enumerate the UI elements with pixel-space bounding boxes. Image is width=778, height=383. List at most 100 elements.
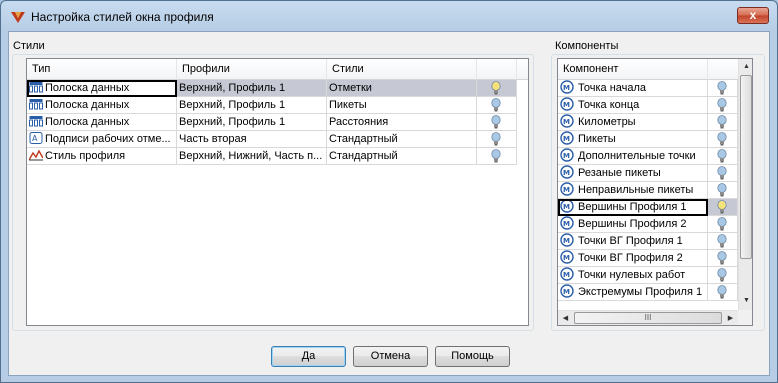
visibility-cell[interactable] bbox=[477, 97, 517, 114]
title-bar[interactable]: Настройка стилей окна профиля x bbox=[1, 1, 777, 31]
lightbulb-on-icon[interactable] bbox=[717, 200, 727, 214]
horizontal-scrollbar[interactable]: ◀ III ▶ bbox=[558, 310, 738, 325]
type-cell[interactable]: A Подписи рабочих отме... bbox=[27, 131, 177, 148]
visibility-cell[interactable] bbox=[708, 250, 738, 267]
component-cell[interactable]: M Точки ВГ Профиля 1 bbox=[558, 233, 708, 250]
cancel-button[interactable]: Отмена bbox=[353, 346, 428, 367]
component-row[interactable]: M Резаные пикеты bbox=[558, 165, 738, 182]
component-row[interactable]: M Неправильные пикеты bbox=[558, 182, 738, 199]
component-cell[interactable]: M Дополнительные точки bbox=[558, 148, 708, 165]
visibility-cell[interactable] bbox=[477, 131, 517, 148]
visibility-cell[interactable] bbox=[708, 182, 738, 199]
component-cell[interactable]: M Точка конца bbox=[558, 97, 708, 114]
lightbulb-off-icon[interactable] bbox=[717, 166, 727, 180]
lightbulb-off-icon[interactable] bbox=[717, 217, 727, 231]
lightbulb-off-icon[interactable] bbox=[717, 234, 727, 248]
component-cell[interactable]: M Пикеты bbox=[558, 131, 708, 148]
visibility-cell[interactable] bbox=[708, 199, 738, 216]
component-cell[interactable]: M Резаные пикеты bbox=[558, 165, 708, 182]
style-cell[interactable]: Стандартный bbox=[327, 131, 477, 148]
scroll-right-button[interactable]: ▶ bbox=[723, 311, 738, 325]
column-header-visibility[interactable] bbox=[477, 59, 517, 80]
ok-button[interactable]: Да bbox=[271, 346, 346, 367]
component-row[interactable]: M Вершины Профиля 1 bbox=[558, 199, 738, 216]
lightbulb-off-icon[interactable] bbox=[491, 132, 501, 146]
column-header-profiles[interactable]: Профили bbox=[177, 59, 327, 80]
component-cell[interactable]: M Вершины Профиля 2 bbox=[558, 216, 708, 233]
profiles-cell[interactable]: Верхний, Профиль 1 bbox=[177, 80, 327, 97]
column-header-component[interactable]: Компонент bbox=[558, 59, 708, 80]
component-row[interactable]: M Точки нулевых работ bbox=[558, 267, 738, 284]
profiles-cell[interactable]: Часть вторая bbox=[177, 131, 327, 148]
lightbulb-off-icon[interactable] bbox=[491, 115, 501, 129]
type-cell[interactable]: Полоска данных bbox=[27, 97, 177, 114]
styles-row[interactable]: Полоска данных Верхний, Профиль 1 Отметки bbox=[27, 80, 517, 97]
vertical-scroll-thumb[interactable] bbox=[740, 75, 752, 259]
profiles-cell[interactable]: Верхний, Профиль 1 bbox=[177, 97, 327, 114]
component-cell[interactable]: M Точки ВГ Профиля 2 bbox=[558, 250, 708, 267]
lightbulb-off-icon[interactable] bbox=[717, 149, 727, 163]
component-row[interactable]: M Точка конца bbox=[558, 97, 738, 114]
help-button[interactable]: Помощь bbox=[435, 346, 510, 367]
column-header-visibility[interactable] bbox=[708, 59, 738, 80]
component-cell[interactable]: M Неправильные пикеты bbox=[558, 182, 708, 199]
component-row[interactable]: M Пикеты bbox=[558, 131, 738, 148]
component-row[interactable]: M Экстремумы Профиля 1 bbox=[558, 284, 738, 301]
visibility-cell[interactable] bbox=[708, 233, 738, 250]
scroll-left-button[interactable]: ◀ bbox=[558, 311, 573, 325]
lightbulb-off-icon[interactable] bbox=[491, 149, 501, 163]
component-cell[interactable]: M Экстремумы Профиля 1 bbox=[558, 284, 708, 301]
styles-row[interactable]: Полоска данных Верхний, Профиль 1 Пикеты bbox=[27, 97, 517, 114]
visibility-cell[interactable] bbox=[708, 148, 738, 165]
type-cell[interactable]: Полоска данных bbox=[27, 80, 177, 97]
lightbulb-off-icon[interactable] bbox=[717, 81, 727, 95]
styles-row[interactable]: Полоска данных Верхний, Профиль 1 Расстоян… bbox=[27, 114, 517, 131]
component-cell[interactable]: M Точка начала bbox=[558, 80, 708, 97]
visibility-cell[interactable] bbox=[708, 216, 738, 233]
visibility-cell[interactable] bbox=[477, 148, 517, 165]
component-cell[interactable]: M Километры bbox=[558, 114, 708, 131]
column-header-styles[interactable]: Стили bbox=[327, 59, 477, 80]
profiles-cell[interactable]: Верхний, Нижний, Часть п... bbox=[177, 148, 327, 165]
lightbulb-off-icon[interactable] bbox=[717, 132, 727, 146]
visibility-cell[interactable] bbox=[477, 80, 517, 97]
lightbulb-off-icon[interactable] bbox=[717, 98, 727, 112]
profiles-cell[interactable]: Верхний, Профиль 1 bbox=[177, 114, 327, 131]
component-row[interactable]: M Точки ВГ Профиля 2 bbox=[558, 250, 738, 267]
visibility-cell[interactable] bbox=[708, 284, 738, 301]
component-cell[interactable]: M Вершины Профиля 1 bbox=[558, 199, 708, 216]
component-row[interactable]: M Километры bbox=[558, 114, 738, 131]
visibility-cell[interactable] bbox=[708, 165, 738, 182]
style-cell[interactable]: Отметки bbox=[327, 80, 477, 97]
lightbulb-off-icon[interactable] bbox=[491, 98, 501, 112]
styles-list[interactable]: Тип Профили Стили Полоска данных Верхний,… bbox=[26, 58, 529, 326]
scroll-down-button[interactable]: ▼ bbox=[739, 293, 752, 308]
visibility-cell[interactable] bbox=[708, 97, 738, 114]
scroll-up-button[interactable]: ▲ bbox=[739, 59, 752, 74]
lightbulb-off-icon[interactable] bbox=[717, 285, 727, 299]
style-cell[interactable]: Расстояния bbox=[327, 114, 477, 131]
visibility-cell[interactable] bbox=[708, 131, 738, 148]
lightbulb-on-icon[interactable] bbox=[491, 81, 501, 95]
component-row[interactable]: M Дополнительные точки bbox=[558, 148, 738, 165]
style-cell[interactable]: Пикеты bbox=[327, 97, 477, 114]
type-cell[interactable]: Полоска данных bbox=[27, 114, 177, 131]
lightbulb-off-icon[interactable] bbox=[717, 115, 727, 129]
style-cell[interactable]: Стандартный bbox=[327, 148, 477, 165]
visibility-cell[interactable] bbox=[477, 114, 517, 131]
components-list[interactable]: Компонент M Точка начала M Точка конца M Кило… bbox=[557, 58, 753, 326]
visibility-cell[interactable] bbox=[708, 267, 738, 284]
styles-row[interactable]: Стиль профиля Верхний, Нижний, Часть п...… bbox=[27, 148, 517, 165]
component-row[interactable]: M Точки ВГ Профиля 1 bbox=[558, 233, 738, 250]
component-cell[interactable]: M Точки нулевых работ bbox=[558, 267, 708, 284]
styles-row[interactable]: A Подписи рабочих отме... Часть вторая Стан… bbox=[27, 131, 517, 148]
column-header-type[interactable]: Тип bbox=[27, 59, 177, 80]
vertical-scrollbar[interactable]: ▲ ▼ bbox=[738, 59, 752, 310]
component-row[interactable]: M Вершины Профиля 2 bbox=[558, 216, 738, 233]
type-cell[interactable]: Стиль профиля bbox=[27, 148, 177, 165]
component-row[interactable]: M Точка начала bbox=[558, 80, 738, 97]
close-button[interactable]: x bbox=[737, 7, 769, 24]
lightbulb-off-icon[interactable] bbox=[717, 268, 727, 282]
horizontal-scroll-thumb[interactable]: III bbox=[574, 312, 722, 324]
visibility-cell[interactable] bbox=[708, 114, 738, 131]
